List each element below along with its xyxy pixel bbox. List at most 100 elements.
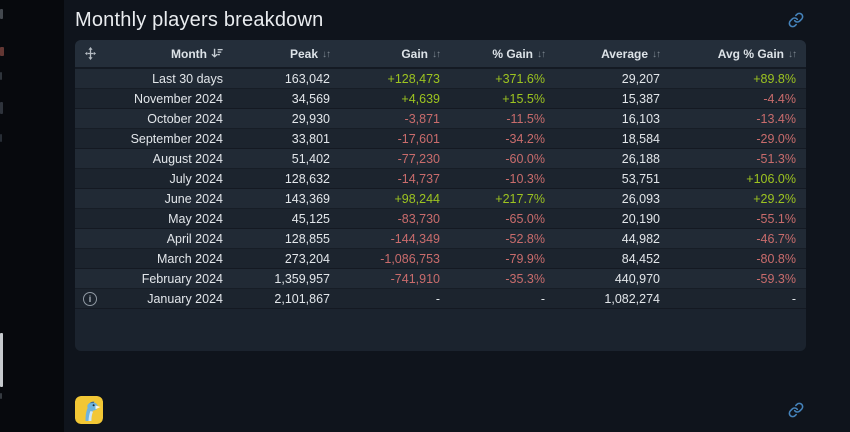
cell-gain: +128,473 — [340, 68, 450, 89]
chain-link-icon — [788, 12, 804, 28]
cell-avg-gain-pct: -51.3% — [670, 149, 806, 169]
cell-gain-pct: -11.5% — [450, 109, 555, 129]
cell-peak: 128,632 — [233, 169, 340, 189]
cell-month: February 2024 — [105, 269, 233, 289]
row-handle-cell — [75, 209, 105, 229]
cell-average: 53,751 — [555, 169, 670, 189]
cell-peak: 45,125 — [233, 209, 340, 229]
row-handle-cell — [75, 169, 105, 189]
table-row: May 2024 45,125 -83,730 -65.0% 20,190 -5… — [75, 209, 806, 229]
cell-month: Last 30 days — [105, 68, 233, 89]
cell-gain-pct: -60.0% — [450, 149, 555, 169]
col-header-month[interactable]: Month — [105, 40, 233, 68]
screen-artifact — [0, 134, 2, 142]
cell-avg-gain-pct: -80.8% — [670, 249, 806, 269]
table-row: February 2024 1,359,957 -741,910 -35.3% … — [75, 269, 806, 289]
table-row: August 2024 51,402 -77,230 -60.0% 26,188… — [75, 149, 806, 169]
sort-arrows-icon: ↓↑ — [322, 49, 330, 60]
cell-month: April 2024 — [105, 229, 233, 249]
page-title: Monthly players breakdown — [75, 9, 323, 32]
cell-average: 15,387 — [555, 89, 670, 109]
title-row: Monthly players breakdown — [75, 0, 806, 40]
col-header-gain-pct[interactable]: % Gain↓↑ — [450, 40, 555, 68]
sort-arrows-icon: ↓↑ — [432, 49, 440, 60]
players-table-panel: Month Peak↓↑ Gain↓↑ — [75, 40, 806, 351]
cell-month: January 2024 — [105, 289, 233, 309]
cell-month: June 2024 — [105, 189, 233, 209]
cell-gain: - — [340, 289, 450, 309]
row-handle-cell — [75, 68, 105, 89]
cell-average: 1,082,274 — [555, 289, 670, 309]
cell-avg-gain-pct: +29.2% — [670, 189, 806, 209]
row-handle-cell — [75, 109, 105, 129]
col-header-avg-gain-pct[interactable]: Avg % Gain↓↑ — [670, 40, 806, 68]
footer-row — [75, 396, 806, 424]
info-icon[interactable]: i — [83, 292, 97, 306]
col-header-average[interactable]: Average↓↑ — [555, 40, 670, 68]
row-handle-cell — [75, 189, 105, 209]
col-header-gain[interactable]: Gain↓↑ — [340, 40, 450, 68]
section-anchor-link[interactable] — [786, 10, 806, 30]
cell-avg-gain-pct: -29.0% — [670, 129, 806, 149]
screen-artifact — [0, 47, 4, 56]
cell-average: 84,452 — [555, 249, 670, 269]
col-header-peak[interactable]: Peak↓↑ — [233, 40, 340, 68]
row-handle-cell — [75, 229, 105, 249]
row-handle-cell — [75, 149, 105, 169]
cell-gain-pct: -35.3% — [450, 269, 555, 289]
cell-peak: 128,855 — [233, 229, 340, 249]
cell-month: November 2024 — [105, 89, 233, 109]
cell-gain: -3,871 — [340, 109, 450, 129]
cell-avg-gain-pct: -46.7% — [670, 229, 806, 249]
table-header-row: Month Peak↓↑ Gain↓↑ — [75, 40, 806, 68]
cell-peak: 273,204 — [233, 249, 340, 269]
cell-gain-pct: -10.3% — [450, 169, 555, 189]
screen-artifact — [0, 72, 2, 80]
cell-avg-gain-pct: +89.8% — [670, 68, 806, 89]
table-row: July 2024 128,632 -14,737 -10.3% 53,751 … — [75, 169, 806, 189]
cell-peak: 143,369 — [233, 189, 340, 209]
cell-gain: -14,737 — [340, 169, 450, 189]
row-handle-cell — [75, 269, 105, 289]
cell-gain-pct: -34.2% — [450, 129, 555, 149]
cell-average: 18,584 — [555, 129, 670, 149]
move-icon — [84, 47, 97, 60]
cell-gain: -741,910 — [340, 269, 450, 289]
cell-avg-gain-pct: -13.4% — [670, 109, 806, 129]
cell-avg-gain-pct: +106.0% — [670, 169, 806, 189]
screen-left-strip — [0, 0, 64, 432]
cell-avg-gain-pct: -59.3% — [670, 269, 806, 289]
cell-avg-gain-pct: -4.4% — [670, 89, 806, 109]
table-row: October 2024 29,930 -3,871 -11.5% 16,103… — [75, 109, 806, 129]
table-row: June 2024 143,369 +98,244 +217.7% 26,093… — [75, 189, 806, 209]
sort-desc-icon — [211, 48, 223, 59]
row-handle-cell: i — [75, 289, 105, 309]
cell-gain-pct: +15.5% — [450, 89, 555, 109]
chain-link-icon — [788, 402, 804, 418]
cell-average: 44,982 — [555, 229, 670, 249]
sort-arrows-icon: ↓↑ — [788, 49, 796, 60]
cell-average: 440,970 — [555, 269, 670, 289]
cell-gain: -17,601 — [340, 129, 450, 149]
section-anchor-link-bottom[interactable] — [786, 400, 806, 420]
scrollbar-remnant — [0, 333, 3, 387]
cell-peak: 51,402 — [233, 149, 340, 169]
table-row: i January 2024 2,101,867 - - 1,082,274 - — [75, 289, 806, 309]
main-content: Monthly players breakdown — [64, 0, 850, 432]
cell-gain: -144,349 — [340, 229, 450, 249]
table-row: November 2024 34,569 +4,639 +15.5% 15,38… — [75, 89, 806, 109]
cell-month: March 2024 — [105, 249, 233, 269]
cell-peak: 34,569 — [233, 89, 340, 109]
dino-avatar[interactable] — [75, 396, 103, 424]
cell-month: May 2024 — [105, 209, 233, 229]
table-row: September 2024 33,801 -17,601 -34.2% 18,… — [75, 129, 806, 149]
monthly-players-table: Month Peak↓↑ Gain↓↑ — [75, 40, 806, 309]
cell-gain-pct: -52.8% — [450, 229, 555, 249]
cell-gain-pct: +371.6% — [450, 68, 555, 89]
cell-gain-pct: -65.0% — [450, 209, 555, 229]
column-drag-handle[interactable] — [75, 40, 105, 68]
screen-artifact — [0, 9, 3, 19]
screen-artifact — [0, 393, 2, 399]
cell-gain: -83,730 — [340, 209, 450, 229]
table-row: March 2024 273,204 -1,086,753 -79.9% 84,… — [75, 249, 806, 269]
